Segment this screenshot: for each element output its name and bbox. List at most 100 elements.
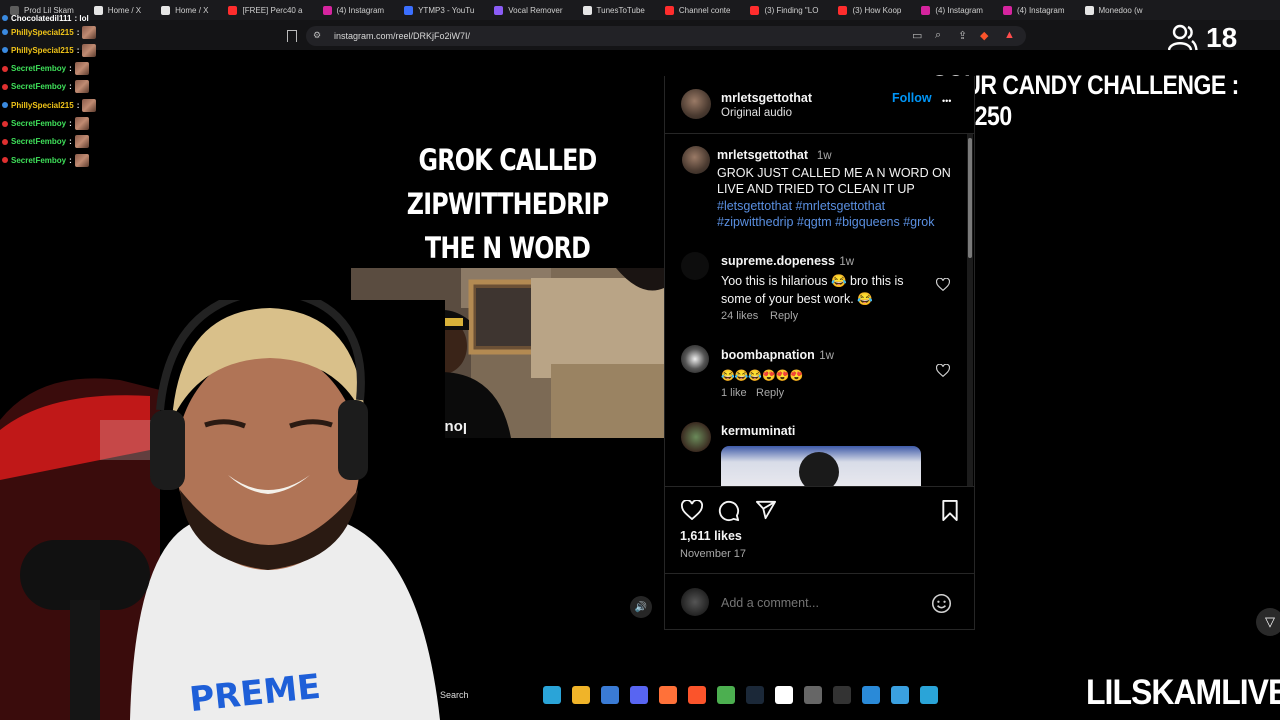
extension-icon[interactable]: ▲: [1004, 29, 1015, 41]
current-user-avatar: [681, 588, 709, 616]
chat-username[interactable]: SecretFemboy: [11, 156, 66, 165]
site-settings-icon[interactable]: ⚙: [313, 30, 321, 41]
screen-cast-icon[interactable]: ▭: [912, 29, 922, 42]
comment-username[interactable]: boombapnation: [721, 348, 815, 362]
chat-badge-icon: [2, 65, 8, 72]
chat-username[interactable]: SecretFemboy: [11, 137, 66, 146]
comment-likes[interactable]: 1 like: [721, 387, 747, 399]
comment-input[interactable]: [721, 594, 921, 612]
save-icon[interactable]: [941, 500, 959, 521]
comment-text: 😂😂😂😍😍😍: [721, 369, 804, 382]
commenter-avatar[interactable]: [681, 345, 709, 373]
browser-tab[interactable]: [FREE] Perc40 a: [218, 0, 312, 20]
challenge-counter: SOUR CANDY CHALLENGE : 164/250: [932, 70, 1239, 131]
heart-icon[interactable]: [936, 364, 950, 377]
audio-link[interactable]: Original audio: [721, 107, 792, 119]
browser-tab[interactable]: (4) Instagram: [313, 0, 395, 20]
comments-scrollbar-thumb[interactable]: [968, 138, 972, 258]
chat-username[interactable]: Chocolatedil111: [11, 14, 71, 23]
brave-shield-icon[interactable]: ◆: [980, 29, 988, 42]
browser-tab[interactable]: Home / X: [151, 0, 218, 20]
follow-button[interactable]: Follow: [892, 91, 932, 105]
comment-image[interactable]: [721, 446, 921, 486]
author-avatar[interactable]: [681, 89, 711, 119]
chat-badge-icon: [2, 102, 8, 109]
url-text[interactable]: instagram.com/reel/DRKjFo2iW7I/: [334, 31, 470, 41]
commenter-avatar[interactable]: [681, 252, 709, 280]
share-icon[interactable]: [755, 500, 777, 520]
reply-button[interactable]: Reply: [770, 310, 798, 322]
4k-icon[interactable]: [833, 686, 851, 704]
browser-tab-label: (3) Finding "LO: [764, 5, 819, 15]
caption-avatar[interactable]: [682, 146, 710, 174]
notepad-icon[interactable]: [891, 686, 909, 704]
firefox-icon[interactable]: [659, 686, 677, 704]
notification-icon[interactable]: ▽: [1256, 608, 1280, 636]
commenter-avatar[interactable]: [681, 422, 711, 452]
chat-text: :: [69, 155, 72, 165]
photos-icon[interactable]: [862, 686, 880, 704]
browser-tab[interactable]: (4) Instagram: [911, 0, 993, 20]
chat-username[interactable]: SecretFemboy: [11, 119, 66, 128]
comment-username[interactable]: supreme.dopeness: [721, 254, 835, 268]
comment-likes[interactable]: 24 likes: [721, 310, 758, 322]
capcut-icon[interactable]: [775, 686, 793, 704]
browser-tab-label: Vocal Remover: [508, 5, 563, 15]
telegram-icon[interactable]: [920, 686, 938, 704]
likes-count[interactable]: 1,611 likes: [680, 529, 742, 543]
chat-message: SecretFemboy:: [2, 116, 89, 132]
x-icon: [93, 5, 103, 15]
browser-tab[interactable]: Channel conte: [655, 0, 741, 20]
chat-username[interactable]: SecretFemboy: [11, 82, 66, 91]
x-icon: [161, 5, 171, 15]
store-icon[interactable]: [601, 686, 619, 704]
browser-tab[interactable]: (3) How Koop: [828, 0, 911, 20]
browser-tab[interactable]: YTMP3 - YouTu: [394, 0, 484, 20]
browser-tab[interactable]: Monedoo (w: [1075, 0, 1153, 20]
youtube-icon: [228, 5, 238, 15]
discord-icon[interactable]: [630, 686, 648, 704]
app-icon[interactable]: [804, 686, 822, 704]
bookmark-icon[interactable]: [287, 30, 297, 42]
browser-tab[interactable]: (4) Instagram: [993, 0, 1075, 20]
chat-username[interactable]: SecretFemboy: [11, 64, 66, 73]
author-username[interactable]: mrletsgettothat: [721, 91, 812, 105]
streamer-figure: PREME: [0, 300, 445, 720]
browser-tab[interactable]: TunesToTube: [573, 0, 655, 20]
heart-icon[interactable]: [936, 278, 950, 291]
chat-emote-icon: [74, 135, 89, 149]
chat-username[interactable]: PhillySpecial215: [11, 46, 74, 55]
caption-username[interactable]: mrletsgettothat: [717, 148, 808, 162]
like-icon[interactable]: [681, 500, 703, 520]
caption-hashtags[interactable]: #letsgettothat #mrletsgettothat #zipwitt…: [717, 199, 935, 230]
youtube-icon: [838, 5, 848, 15]
brave-icon[interactable]: [688, 686, 706, 704]
folder-icon[interactable]: [572, 686, 590, 704]
divider: [665, 573, 975, 574]
browser-tab-label: Home / X: [107, 5, 142, 15]
more-options-button[interactable]: •••: [942, 96, 951, 106]
reply-button[interactable]: Reply: [756, 387, 784, 399]
taskbar-search-label[interactable]: Search: [440, 690, 469, 700]
copilot-icon[interactable]: [543, 686, 561, 704]
taskbar-search[interactable]: Search: [440, 690, 532, 700]
browser-tab[interactable]: Vocal Remover: [484, 0, 572, 20]
chrome-icon[interactable]: [717, 686, 735, 704]
browser-tab[interactable]: (3) Finding "LO: [740, 0, 828, 20]
chat-username[interactable]: PhillySpecial215: [11, 28, 74, 37]
share-icon[interactable]: ⇪: [958, 29, 967, 42]
mute-button[interactable]: 🔊: [630, 596, 652, 618]
steam-icon[interactable]: [746, 686, 764, 704]
comment-text: Yoo this is hilarious 😂 bro this is some…: [721, 273, 904, 307]
comment-username[interactable]: kermuminati: [721, 424, 795, 438]
post-date: November 17: [680, 548, 747, 560]
zoom-icon[interactable]: ⌕: [935, 29, 941, 42]
chat-badge-icon: [2, 29, 8, 35]
chat-username[interactable]: PhillySpecial215: [11, 101, 74, 110]
browser-tab[interactable]: Home / X: [84, 0, 151, 20]
viewer-counter: 18: [1168, 22, 1237, 54]
comment-icon[interactable]: [718, 500, 740, 522]
chat-message: PhillySpecial215:: [2, 24, 97, 40]
browser-tab-label: Channel conte: [678, 5, 731, 15]
emoji-icon[interactable]: [931, 593, 952, 614]
